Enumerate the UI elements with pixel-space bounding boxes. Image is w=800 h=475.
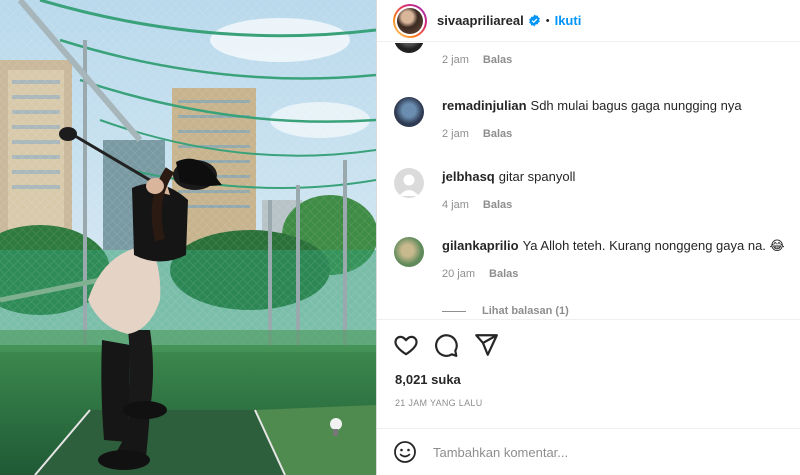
comment-time: 20 jam — [442, 268, 476, 280]
author-avatar[interactable] — [393, 3, 427, 38]
header-separator: • — [545, 14, 550, 27]
comment-avatar[interactable] — [394, 97, 424, 127]
post-side-panel: sivaapriliareal • Ikuti 2 jam Balas rema… — [376, 0, 800, 475]
comment-text: Ya Alloh teteh. Kurang nonggeng gaya na.… — [522, 238, 785, 253]
comment-time: 2 jam — [442, 54, 469, 66]
reply-button[interactable]: Balas — [483, 54, 512, 66]
comment-username[interactable]: jelbhasq — [442, 169, 495, 184]
reply-button[interactable]: Balas — [489, 268, 518, 280]
golf-range-photo — [0, 0, 376, 475]
heart-icon[interactable] — [393, 332, 419, 358]
follow-button[interactable]: Ikuti — [555, 13, 582, 28]
smiley-icon[interactable] — [393, 440, 417, 464]
comment-item: 2 jam Balas — [394, 43, 512, 66]
comment-item: gilankaprilio Ya Alloh teteh. Kurang nong… — [394, 237, 785, 280]
comment-item: jelbhasq gitar spanyoll 4 jam Balas — [394, 168, 575, 211]
send-icon[interactable] — [473, 332, 499, 358]
comments-list: 2 jam Balas remadinjulian Sdh mulai bagus… — [377, 43, 800, 318]
post-timestamp: 21 JAM YANG LALU — [395, 398, 483, 408]
view-replies-label: Lihat balasan (1) — [482, 305, 569, 317]
post-header: sivaapriliareal • Ikuti — [377, 0, 800, 42]
comment-item: remadinjulian Sdh mulai bagus gaga nunggi… — [394, 97, 742, 140]
comment-avatar-placeholder[interactable] — [394, 168, 424, 198]
comment-time: 4 jam — [442, 199, 469, 211]
comment-bubble-icon[interactable] — [433, 332, 459, 358]
add-comment-bar — [377, 428, 800, 475]
replies-divider-line — [442, 310, 466, 312]
author-username[interactable]: sivaapriliareal — [437, 13, 524, 28]
reply-button[interactable]: Balas — [483, 128, 512, 140]
comment-avatar[interactable] — [394, 43, 424, 53]
comment-time: 2 jam — [442, 128, 469, 140]
view-replies-button[interactable]: Lihat balasan (1) — [442, 305, 569, 317]
comment-input[interactable] — [433, 444, 773, 460]
comment-username[interactable]: remadinjulian — [442, 98, 527, 113]
comment-text: Sdh mulai bagus gaga nungging nya — [530, 98, 742, 113]
comment-avatar[interactable] — [394, 237, 424, 267]
post-actions: 8,021 suka 21 JAM YANG LALU — [377, 319, 800, 434]
comment-username[interactable]: gilankaprilio — [442, 238, 519, 253]
post-photo — [0, 0, 376, 475]
reply-button[interactable]: Balas — [483, 199, 512, 211]
default-user-icon — [399, 174, 419, 196]
verified-badge-icon — [528, 14, 540, 27]
comment-text: gitar spanyoll — [498, 169, 576, 184]
likes-count[interactable]: 8,021 suka — [395, 372, 461, 387]
